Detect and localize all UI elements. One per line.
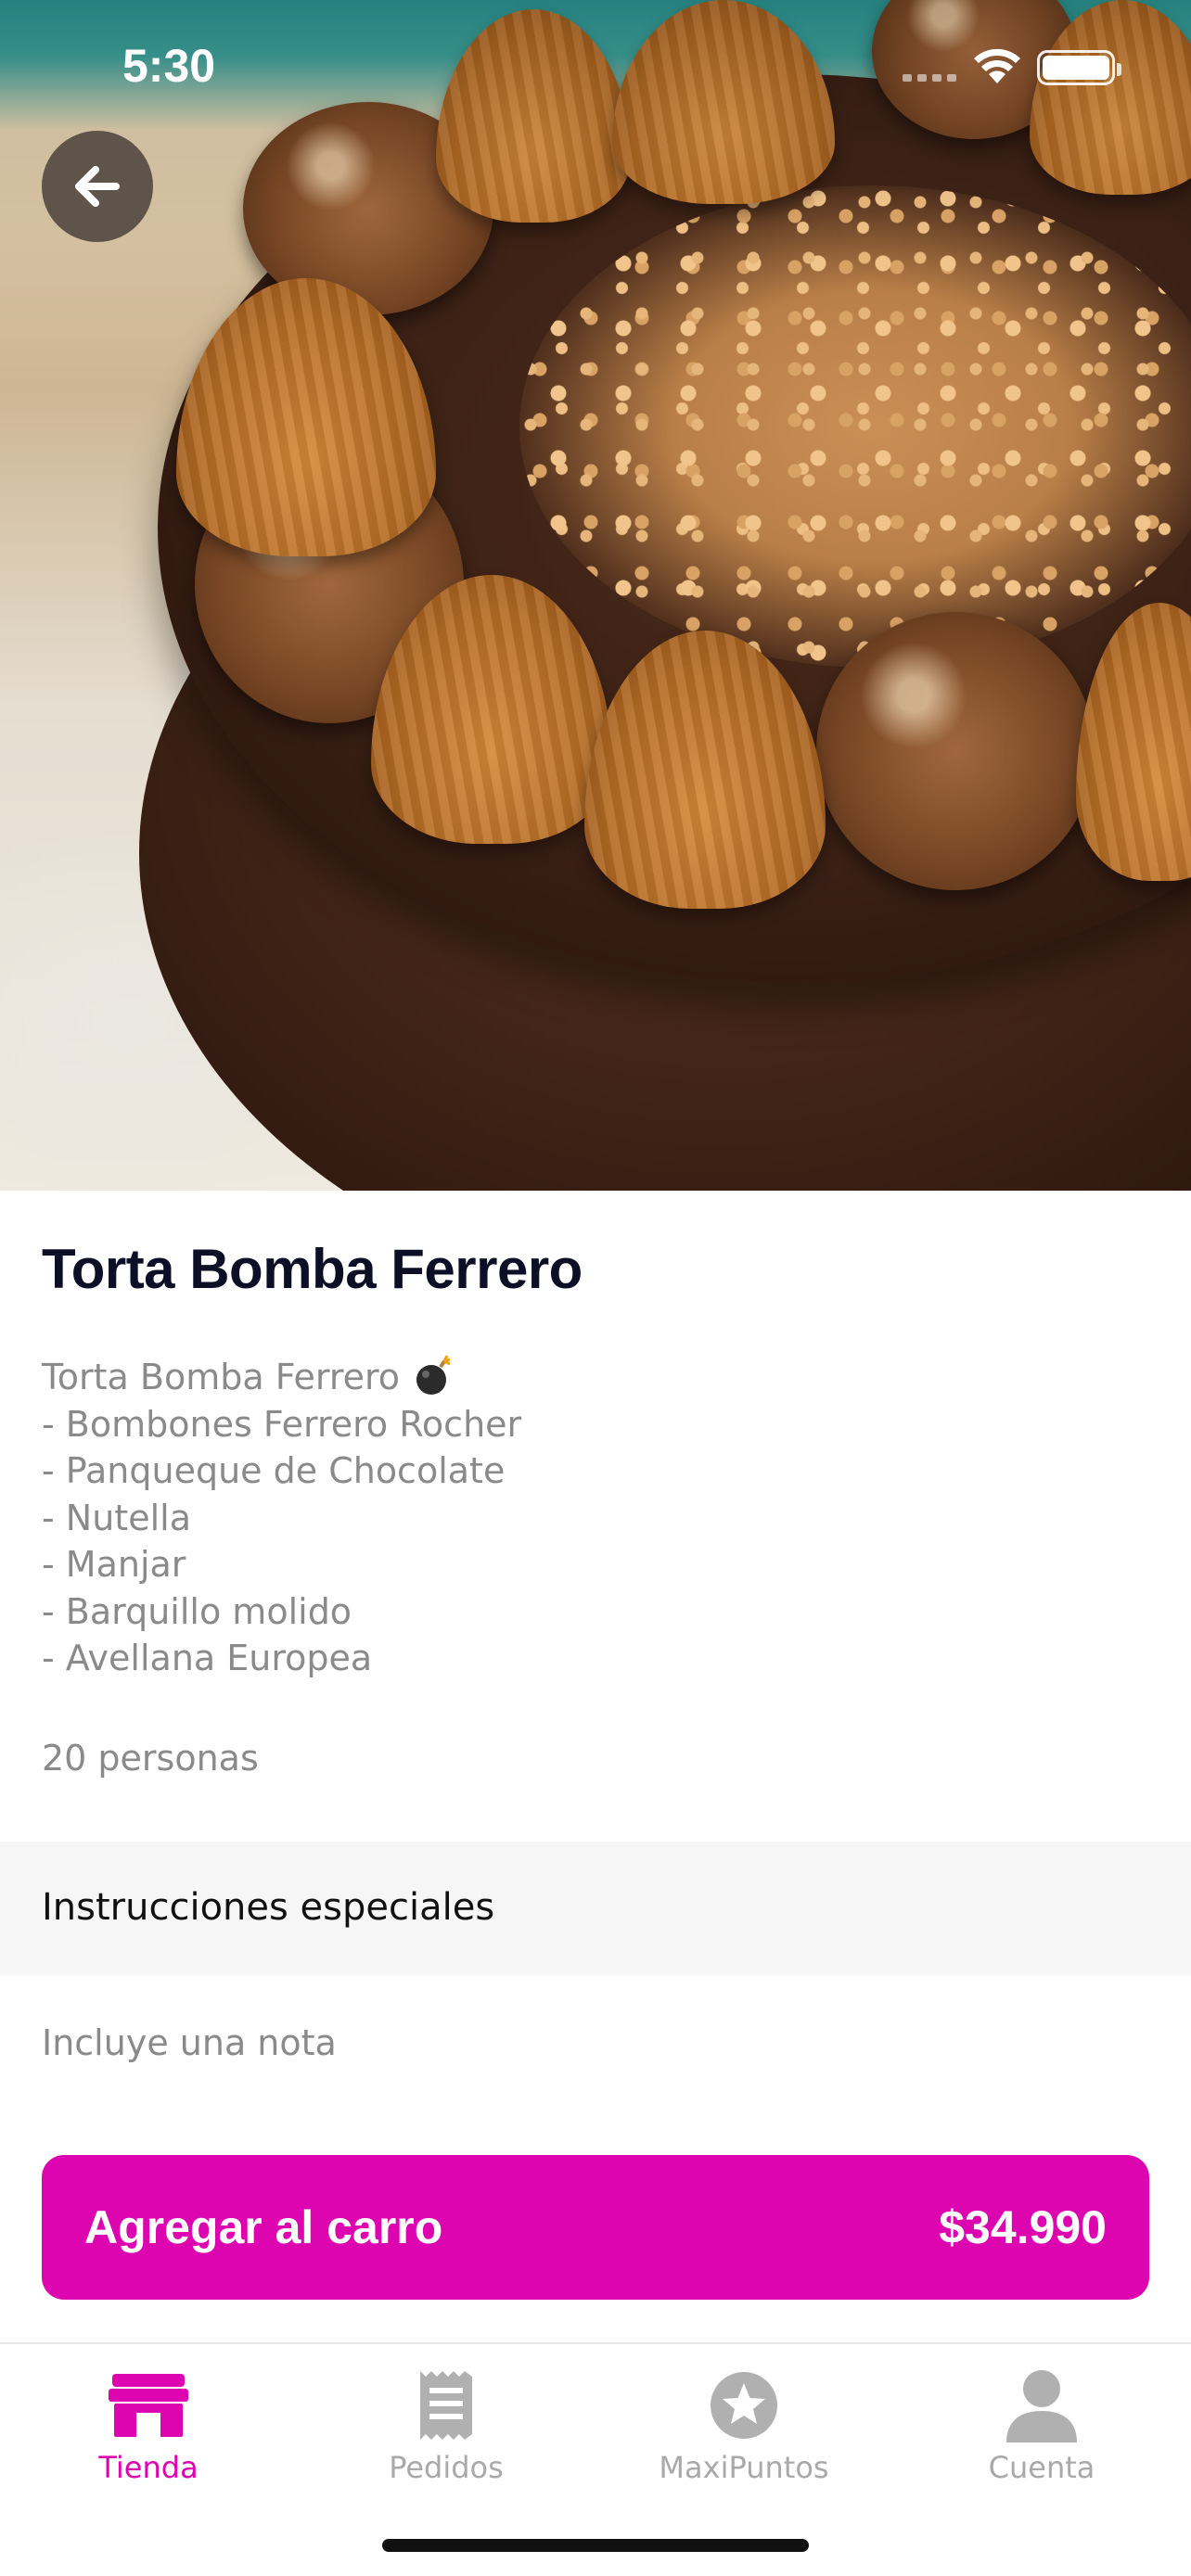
product-image (0, 0, 1191, 1191)
cellular-signal-icon (903, 74, 958, 82)
servings-text: 20 personas (42, 1738, 259, 1779)
description-line: - Manjar (42, 1544, 186, 1585)
receipt-icon (404, 2368, 488, 2442)
bomb-emoji-icon (413, 1355, 454, 1396)
description-line: - Bombones Ferrero Rocher (42, 1403, 522, 1445)
product-title: Torta Bomba Ferrero (42, 1238, 583, 1300)
tab-maxipuntos[interactable]: MaxiPuntos (596, 2368, 892, 2517)
note-input[interactable]: Incluye una nota (42, 2022, 337, 2063)
home-indicator[interactable] (382, 2539, 809, 2552)
arrow-left-icon (75, 166, 120, 207)
tab-label: Tienda (98, 2450, 198, 2485)
tab-tienda[interactable]: Tienda (0, 2368, 297, 2517)
special-instructions-header: Instrucciones especiales (0, 1842, 1191, 1975)
description-line: Torta Bomba Ferrero (42, 1354, 521, 1401)
wifi-icon (974, 48, 1020, 83)
store-icon (107, 2368, 190, 2442)
status-time: 5:30 (122, 40, 216, 92)
tab-label: Cuenta (988, 2450, 1095, 2485)
price-label: $34.990 (939, 2201, 1107, 2253)
product-description: Torta Bomba Ferrero - Bombones Ferrero R… (42, 1354, 521, 1682)
tab-label: MaxiPuntos (659, 2450, 829, 2485)
tab-label: Pedidos (389, 2450, 504, 2485)
tab-pedidos[interactable]: Pedidos (298, 2368, 595, 2517)
description-line: - Avellana Europea (42, 1638, 373, 1678)
tab-cuenta[interactable]: Cuenta (893, 2368, 1190, 2517)
description-line: - Nutella (42, 1497, 191, 1538)
special-instructions-title: Instrucciones especiales (42, 1886, 495, 1929)
description-line: - Barquillo molido (42, 1590, 352, 1632)
back-button[interactable] (42, 131, 153, 242)
user-icon (1000, 2368, 1083, 2442)
description-line: - Panqueque de Chocolate (42, 1450, 506, 1491)
star-icon (702, 2368, 786, 2442)
add-to-cart-label: Agregar al carro (84, 2201, 443, 2253)
battery-icon (1037, 50, 1121, 85)
add-to-cart-button[interactable]: Agregar al carro $34.990 (42, 2155, 1149, 2300)
status-bar: 5:30 (0, 0, 1191, 130)
